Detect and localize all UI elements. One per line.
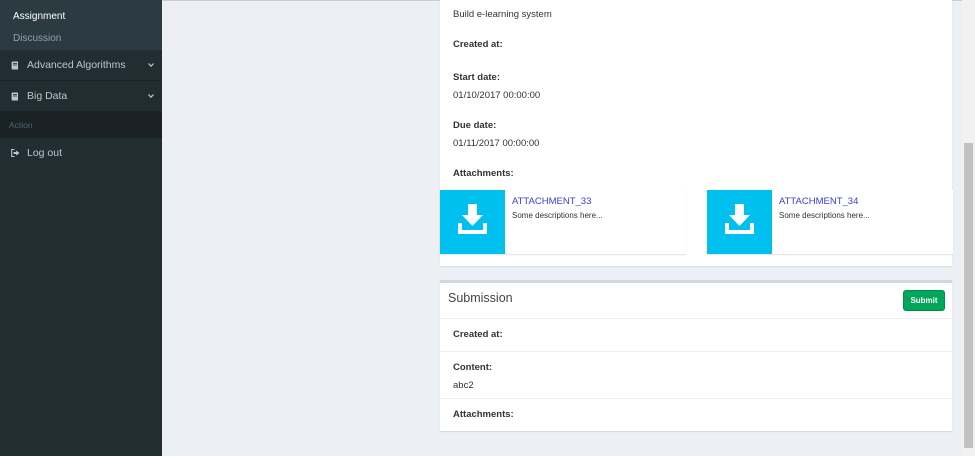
submission-title: Submission (448, 291, 513, 305)
attachment-download-button[interactable] (707, 190, 772, 254)
submission-attachments-label: Attachments: (453, 409, 514, 420)
submit-button[interactable]: Submit (903, 290, 945, 311)
start-date-label: Start date: (453, 72, 500, 83)
start-date-value: 01/10/2017 00:00:00 (453, 90, 541, 101)
assignment-detail-box: Build e-learning system Created at: Star… (440, 0, 953, 266)
sidebar-item-big-data[interactable]: Big Data (0, 81, 162, 112)
due-date-value: 01/11/2017 00:00:00 (453, 138, 540, 149)
sidebar-item-label: Big Data (27, 90, 68, 102)
sidebar-subitem-assignment[interactable]: Assignment (0, 0, 162, 29)
book-icon (11, 61, 18, 70)
sign-out-icon (11, 149, 20, 157)
logout-label: Log out (27, 147, 63, 159)
attachments-label: Attachments: (453, 168, 514, 179)
due-date-label: Due date: (453, 120, 497, 131)
scrollbar-thumb[interactable] (964, 143, 973, 448)
sidebar-subitem-label: Discussion (13, 33, 62, 44)
main-content: Build e-learning system Created at: Star… (162, 0, 975, 456)
download-icon (725, 204, 754, 234)
submission-box: Submission Submit Created at: Content: a… (440, 280, 952, 431)
attachment-link[interactable]: ATTACHMENT_33 (512, 196, 591, 207)
attachment-link[interactable]: ATTACHMENT_34 (779, 196, 858, 207)
vertical-scrollbar[interactable] (962, 0, 975, 456)
sidebar-subitem-label: Assignment (13, 11, 66, 22)
attachment-description: Some descriptions here... (779, 211, 870, 220)
divider (440, 398, 952, 399)
attachment-download-button[interactable] (440, 190, 505, 254)
chevron-down-icon (148, 63, 154, 68)
attachment-description: Some descriptions here... (512, 211, 603, 220)
sidebar-item-label: Advanced Algorithms (27, 59, 126, 71)
sidebar: Assignment Discussion Advanced Algorithm… (0, 0, 162, 456)
divider (440, 351, 952, 352)
submission-content-label: Content: (453, 362, 493, 373)
sidebar-subitem-discussion[interactable]: Discussion (0, 29, 162, 50)
logout-link[interactable]: Log out (0, 138, 162, 168)
chevron-down-icon (148, 94, 154, 99)
submission-content-value: abc2 (453, 380, 474, 391)
download-icon (458, 204, 487, 234)
book-icon (11, 92, 18, 101)
assignment-description: Build e-learning system (453, 9, 552, 20)
attachment-card: ATTACHMENT_33 Some descriptions here... (440, 190, 686, 254)
sidebar-header-action: Action (0, 112, 162, 138)
attachment-card: ATTACHMENT_34 Some descriptions here... (707, 190, 953, 254)
sidebar-item-advanced-algorithms[interactable]: Advanced Algorithms (0, 50, 162, 81)
submission-created-at-label: Created at: (453, 329, 503, 340)
created-at-label: Created at: (453, 39, 503, 50)
divider (440, 318, 952, 319)
